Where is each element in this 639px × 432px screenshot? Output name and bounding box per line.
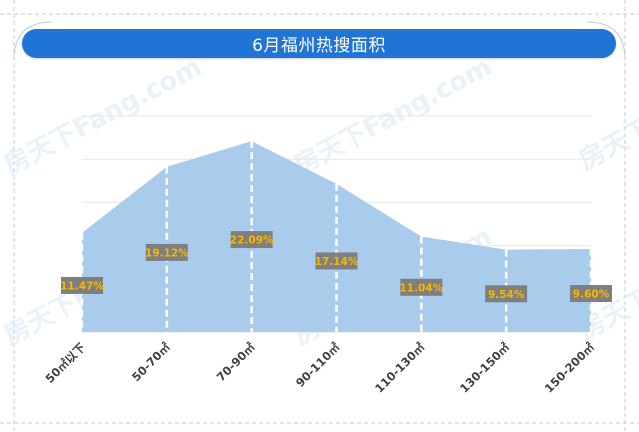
data-label: 11.47% bbox=[60, 280, 104, 292]
x-tick-label: 150-200㎡ bbox=[542, 340, 598, 396]
x-tick-label: 110-130㎡ bbox=[372, 340, 428, 396]
data-label: 19.12% bbox=[145, 247, 189, 259]
data-label: 9.54% bbox=[488, 289, 525, 301]
x-tick-label: 50-70㎡ bbox=[129, 340, 173, 384]
data-label: 11.04% bbox=[399, 282, 443, 294]
area-series bbox=[82, 141, 591, 332]
data-label: 9.60% bbox=[573, 289, 610, 301]
x-tick-label: 50㎡以下 bbox=[43, 340, 89, 386]
data-label: 22.09% bbox=[230, 235, 274, 247]
data-label: 17.14% bbox=[315, 256, 359, 268]
x-tick-label: 130-150㎡ bbox=[457, 340, 513, 396]
x-tick-label: 70-90㎡ bbox=[214, 340, 258, 384]
area-chart: 11.47% 19.12% 22.09% 17.14% 11.04% 9.54% 9.60%… bbox=[43, 115, 612, 396]
x-tick-label: 90-110㎡ bbox=[293, 340, 343, 390]
